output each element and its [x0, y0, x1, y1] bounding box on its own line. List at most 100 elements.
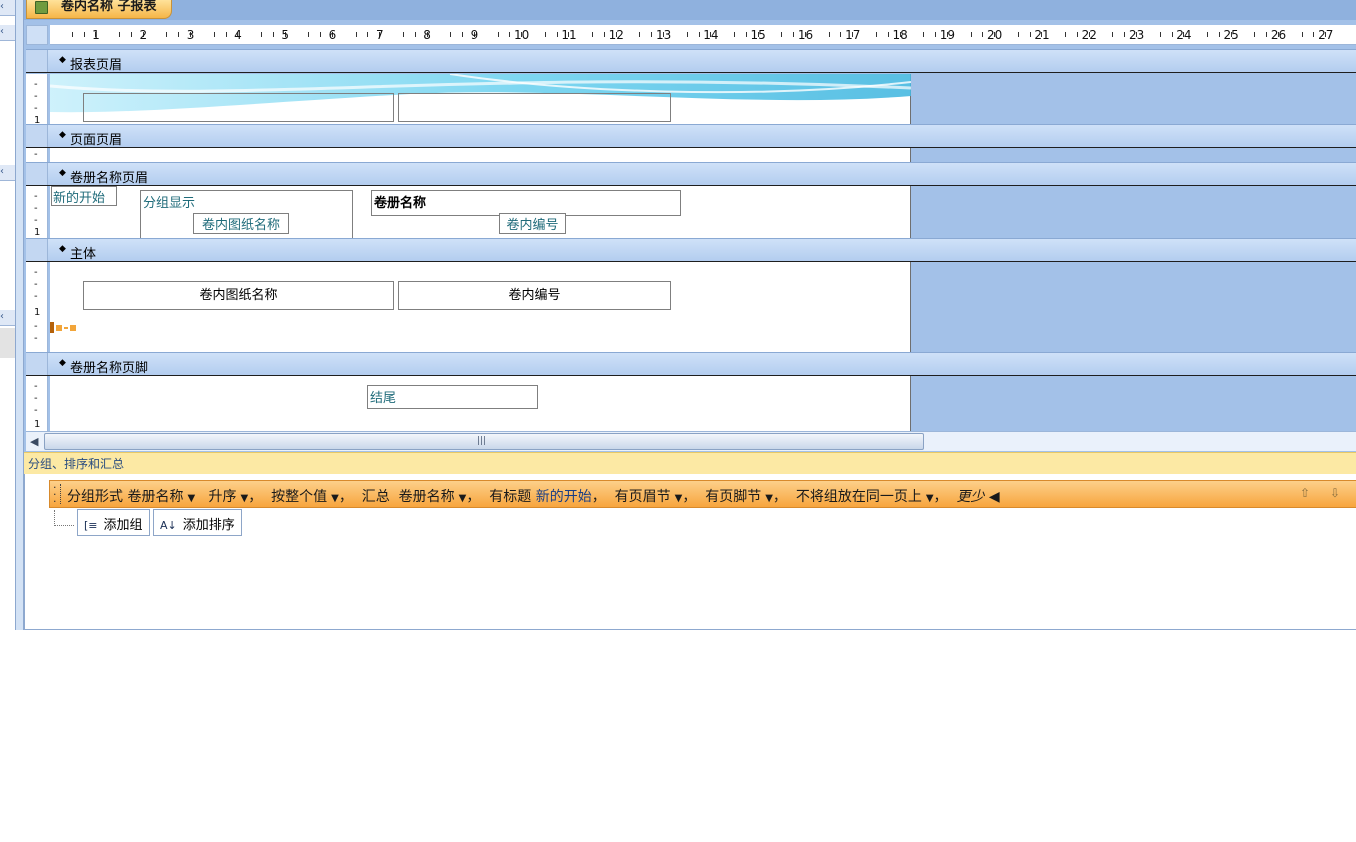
- ruler-number: 4: [234, 28, 242, 42]
- window-border: [16, 0, 24, 630]
- with-title-link[interactable]: 新的开始: [536, 489, 592, 505]
- collapse-left-icon[interactable]: ‹: [0, 0, 15, 16]
- group-field-dropdown[interactable]: 卷册名称 ▼: [127, 489, 195, 505]
- group-interval-dropdown[interactable]: 按整个值 ▼: [271, 489, 339, 505]
- totals-label: 汇总: [361, 489, 390, 505]
- ruler-number: 18: [892, 28, 908, 42]
- dropdown-arrow-icon: ▼: [674, 493, 683, 504]
- ruler-tick: [1266, 32, 1268, 37]
- report-design-surface[interactable]: 1 2 3 4 5 6 7 8 9 10 11 12 13 14 15 16 17 18 19 20 21 22 23 24 2…: [24, 20, 1356, 452]
- section-selector[interactable]: [26, 353, 48, 375]
- dropdown-arrow-icon: ▼: [187, 493, 196, 504]
- ruler-corner[interactable]: [26, 25, 48, 45]
- drag-handle-icon[interactable]: · · ·: [53, 482, 61, 507]
- add-group-button[interactable]: [≡ 添加组: [77, 509, 150, 536]
- ruler-number: 12: [608, 28, 624, 42]
- move-down-icon[interactable]: ⇩: [1330, 486, 1340, 500]
- tree-connector: [54, 510, 74, 526]
- navigation-pane-strip[interactable]: ‹ ‹ ‹ ‹: [0, 0, 16, 630]
- dropdown-arrow-icon: ▼: [925, 493, 934, 504]
- ruler-number: 14: [703, 28, 719, 42]
- add-sort-button[interactable]: A↓ 添加排序: [153, 509, 242, 536]
- ruler-tick: [840, 32, 842, 37]
- vertical-ruler[interactable]: --- 1: [26, 376, 48, 431]
- section-bar-group-footer[interactable]: ◆ 卷册名称页脚: [26, 352, 1356, 376]
- horizontal-ruler[interactable]: 1 2 3 4 5 6 7 8 9 10 11 12 13 14 15 16 17 18 19 20 21 22 23 24 2…: [50, 25, 1356, 45]
- section-label: 页面页眉: [70, 133, 123, 148]
- ruler-tick: [1112, 32, 1114, 37]
- scrollbar-thumb[interactable]: |||: [44, 433, 924, 450]
- ruler-tick: [1171, 32, 1173, 37]
- inner-drawing-name-textbox[interactable]: 卷内图纸名称: [83, 281, 394, 310]
- report-header-section[interactable]: [50, 74, 911, 124]
- new-start-label[interactable]: 新的开始: [51, 186, 117, 206]
- ruler-tick: [982, 32, 984, 37]
- ruler-tick: [935, 32, 937, 37]
- vertical-ruler[interactable]: --- 1: [26, 74, 48, 126]
- add-sort-label: 添加排序: [182, 518, 235, 533]
- footer-section-dropdown[interactable]: 有页脚节 ▼: [705, 489, 773, 505]
- sort-order-dropdown[interactable]: 升序 ▼: [209, 489, 249, 505]
- vertical-ruler[interactable]: -: [26, 148, 48, 162]
- header-textbox-left[interactable]: [83, 93, 394, 122]
- ruler-tick: [556, 32, 558, 37]
- inner-number-label[interactable]: 卷内编号: [499, 213, 566, 234]
- ruler-number: 1: [34, 227, 41, 238]
- page-header-section[interactable]: [50, 148, 911, 162]
- inner-number-textbox[interactable]: 卷内编号: [398, 281, 671, 310]
- less-button[interactable]: 更少 ◀: [956, 489, 999, 505]
- ruler-number: 17: [845, 28, 861, 42]
- section-selector[interactable]: [26, 163, 48, 185]
- totals-dropdown[interactable]: 卷册名称 ▼: [399, 489, 467, 505]
- ruler-number: 1: [92, 28, 100, 42]
- group-footer-section[interactable]: 结尾: [50, 376, 911, 431]
- ruler-number: 23: [1128, 28, 1145, 42]
- collapse-left-icon[interactable]: ‹: [0, 25, 15, 41]
- section-bar-report-header[interactable]: ◆ 报表页眉: [26, 49, 1356, 73]
- ruler-tick: [781, 32, 783, 37]
- ruler-tick: [119, 32, 121, 37]
- ruler-number: 8: [423, 28, 431, 42]
- header-section-dropdown[interactable]: 有页眉节 ▼: [615, 489, 683, 505]
- ruler-tick: [130, 32, 132, 37]
- ruler-tick: [450, 32, 452, 37]
- move-up-icon[interactable]: ⇧: [1300, 486, 1310, 500]
- ruler-tick: [887, 32, 889, 37]
- add-group-label: 添加组: [103, 518, 143, 533]
- collapse-left-icon[interactable]: ‹: [0, 310, 15, 326]
- ruler-tick: [497, 32, 499, 37]
- ruler-tick: [923, 32, 925, 37]
- group-header-section[interactable]: 新的开始 分组显示 卷内图纸名称 卷册名称 卷内编号: [50, 186, 911, 238]
- section-bar-group-header[interactable]: ◆ 卷册名称页眉: [26, 162, 1356, 186]
- ruler-tick: [308, 32, 310, 37]
- section-selector[interactable]: [26, 125, 48, 147]
- keep-together-dropdown[interactable]: 不将组放在同一页上 ▼: [796, 489, 934, 505]
- header-textbox-right[interactable]: [398, 93, 671, 122]
- ruler-tick: [544, 32, 546, 37]
- ruler-tick: [1017, 32, 1019, 37]
- section-selector[interactable]: [26, 50, 48, 72]
- inner-drawing-name-label[interactable]: 卷内图纸名称: [193, 213, 289, 234]
- ending-label[interactable]: 结尾: [367, 385, 538, 409]
- horizontal-scrollbar[interactable]: ◀ |||: [26, 431, 1356, 451]
- ruler-tick: [1159, 32, 1161, 37]
- section-bar-detail[interactable]: ◆ 主体: [26, 238, 1356, 262]
- ruler-tick: [1218, 32, 1220, 37]
- ruler-tick: [1207, 32, 1209, 37]
- section-arrow-icon: ◆: [59, 358, 66, 368]
- vertical-ruler[interactable]: --- 1: [26, 186, 48, 238]
- ruler-tick: [261, 32, 263, 37]
- report-document-tab[interactable]: 卷内名称 子报表: [26, 0, 172, 19]
- section-selector[interactable]: [26, 239, 48, 261]
- scroll-left-icon[interactable]: ◀: [30, 435, 38, 448]
- ruler-number: 15: [750, 28, 766, 42]
- section-bar-page-header[interactable]: ◆ 页面页眉: [26, 124, 1356, 148]
- ruler-tick: [166, 32, 168, 37]
- section-arrow-icon: ◆: [59, 244, 66, 254]
- detail-section[interactable]: 卷内图纸名称 卷内编号: [50, 262, 911, 352]
- vertical-ruler[interactable]: --- 1 --: [26, 262, 48, 352]
- ruler-tick: [272, 32, 274, 37]
- collapse-left-icon[interactable]: ‹: [0, 165, 15, 181]
- group-level-row[interactable]: · · · 分组形式 卷册名称 ▼ 升序 ▼， 按整个值 ▼， 汇总 卷册名称 ▼， 有标题…: [49, 480, 1356, 508]
- page-break-icon[interactable]: [50, 322, 80, 334]
